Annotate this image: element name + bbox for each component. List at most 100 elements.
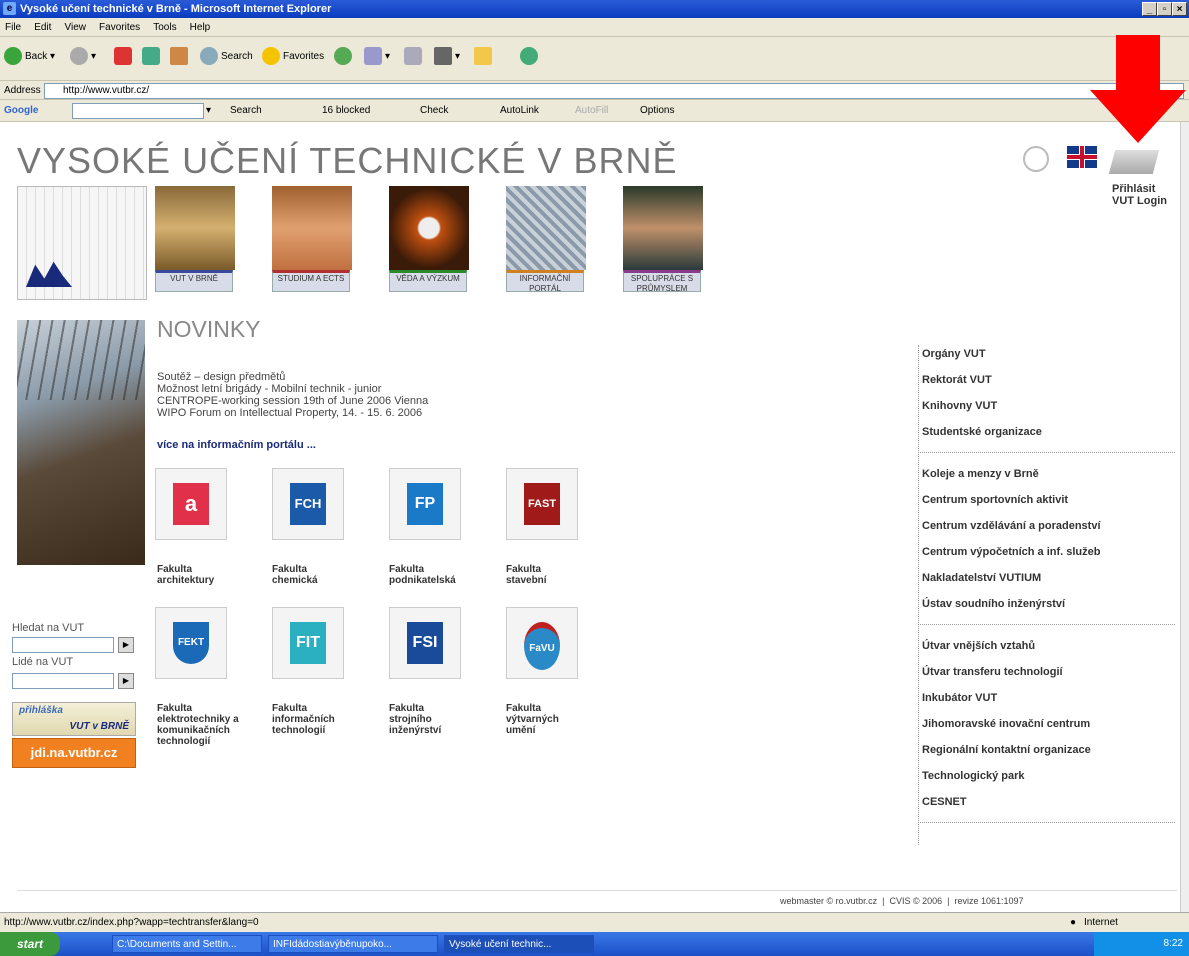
- link-cesnet[interactable]: CESNET: [922, 796, 967, 808]
- forward-button[interactable]: ▾: [70, 45, 96, 69]
- clock: 8:22: [1163, 938, 1183, 949]
- google-search-button[interactable]: Search: [230, 100, 262, 122]
- people-go-button[interactable]: ▶: [118, 673, 134, 689]
- link-sport[interactable]: Centrum sportovních aktivit: [922, 494, 1068, 506]
- footer-line: [17, 890, 1177, 891]
- nav-studium[interactable]: STUDIUM A ECTS: [272, 186, 352, 296]
- autolink-button[interactable]: AutoLink: [500, 100, 539, 122]
- google-search-input[interactable]: [72, 103, 204, 119]
- print-button[interactable]: [404, 45, 425, 69]
- refresh-button[interactable]: [142, 45, 163, 69]
- nav-veda[interactable]: VĚDA A VÝZKUM: [389, 186, 469, 296]
- news-item[interactable]: Soutěž – design předmětů: [157, 371, 428, 383]
- news-heading: NOVINKY: [157, 316, 261, 342]
- favu-icon: FaVU: [524, 622, 560, 670]
- faculty-fp-logo[interactable]: FP: [389, 468, 461, 540]
- dropdown-icon[interactable]: ▾: [206, 100, 211, 122]
- vut-logo[interactable]: [17, 186, 147, 300]
- back-button[interactable]: Back ▾: [4, 45, 55, 69]
- start-button[interactable]: start: [0, 932, 60, 956]
- faculty-favu-logo[interactable]: FaVU: [506, 607, 578, 679]
- nav-veda-label: VĚDA A VÝZKUM: [389, 270, 467, 292]
- link-regionalni-organizace[interactable]: Regionální kontaktní organizace: [922, 744, 1091, 756]
- link-technologicky-park[interactable]: Technologický park: [922, 770, 1025, 782]
- menu-file[interactable]: File: [5, 22, 21, 33]
- search-vut-go-button[interactable]: ▶: [118, 637, 134, 653]
- menu-tools[interactable]: Tools: [153, 22, 176, 33]
- news-item[interactable]: CENTROPE-working session 19th of June 20…: [157, 395, 428, 407]
- link-transfer-technologii[interactable]: Útvar transferu technologií: [922, 666, 1063, 678]
- autofill-button[interactable]: AutoFill: [575, 100, 608, 122]
- news-item[interactable]: WIPO Forum on Intellectual Property, 14.…: [157, 407, 428, 419]
- options-button[interactable]: Options: [640, 100, 674, 122]
- link-rektorat[interactable]: Rektorát VUT: [922, 374, 992, 386]
- faculty-fch-logo[interactable]: FCH: [272, 468, 344, 540]
- faculty-favu-name[interactable]: Fakulta výtvarných umění: [506, 703, 616, 736]
- fekt-icon: FEKT: [173, 622, 209, 664]
- faculty-fp-name[interactable]: Fakulta podnikatelská: [389, 564, 499, 586]
- vertical-scrollbar[interactable]: [1180, 122, 1189, 912]
- faculty-fit-logo[interactable]: FIT: [272, 607, 344, 679]
- braille-icon[interactable]: [1108, 150, 1160, 174]
- faculty-fch-name[interactable]: Fakulta chemická: [272, 564, 382, 586]
- link-koleje[interactable]: Koleje a menzy v Brně: [922, 468, 1039, 480]
- stop-button[interactable]: [114, 45, 135, 69]
- faculty-fast-logo[interactable]: FAST: [506, 468, 578, 540]
- search-icon: [200, 47, 218, 66]
- home-button[interactable]: [170, 45, 191, 69]
- faculty-fekt-logo[interactable]: FEKT: [155, 607, 227, 679]
- faculty-fsi-name[interactable]: Fakulta strojního inženýrství: [389, 703, 499, 736]
- faculty-fa-name[interactable]: Fakulta architektury: [157, 564, 267, 586]
- link-studentske-organizace[interactable]: Studentské organizace: [922, 426, 1042, 438]
- spell-check-button[interactable]: Check: [420, 100, 448, 122]
- people-input[interactable]: [12, 673, 114, 689]
- taskbar-item[interactable]: INFIdádostiavýběnupoko...: [268, 935, 438, 953]
- jdi-na-vutbr-banner[interactable]: jdi.na.vutbr.cz: [12, 738, 136, 768]
- menu-help[interactable]: Help: [190, 22, 211, 33]
- google-logo[interactable]: Google: [4, 100, 38, 122]
- faculty-fekt-name[interactable]: Fakulta elektrotechniky a komunikačních tec…: [157, 703, 267, 747]
- right-column-divider: [918, 345, 919, 845]
- faculty-fit-name[interactable]: Fakulta informačních technologií: [272, 703, 382, 736]
- nav-prumysl[interactable]: SPOLUPRÁCE S PRŮMYSLEM: [623, 186, 703, 296]
- link-inkubator[interactable]: Inkubátor VUT: [922, 692, 997, 704]
- close-button[interactable]: ×: [1172, 2, 1187, 16]
- popup-blocked-button[interactable]: 16 blocked: [322, 100, 370, 122]
- link-vnejsi-vztahy[interactable]: Útvar vnějších vztahů: [922, 640, 1035, 652]
- menu-view[interactable]: View: [64, 22, 86, 33]
- faculty-fast-name[interactable]: Fakulta stavební: [506, 564, 616, 586]
- link-soudni-inzenyrstvi[interactable]: Ústav soudního inženýrství: [922, 598, 1065, 610]
- maximize-button[interactable]: ▫: [1157, 2, 1172, 16]
- folder-button[interactable]: [474, 45, 495, 69]
- link-vutium[interactable]: Nakladatelství VUTIUM: [922, 572, 1041, 584]
- search-button[interactable]: Search: [200, 45, 253, 69]
- application-banner[interactable]: přihláška VUT v BRNĚ: [12, 702, 136, 736]
- accessibility-icon[interactable]: [1023, 146, 1049, 172]
- menu-edit[interactable]: Edit: [34, 22, 51, 33]
- messenger-button[interactable]: [520, 45, 541, 69]
- search-vut-input[interactable]: [12, 637, 114, 653]
- link-vypocetni-centrum[interactable]: Centrum výpočetních a inf. služeb: [922, 546, 1100, 558]
- nav-vut[interactable]: VUT V BRNĚ: [155, 186, 235, 296]
- edit-button[interactable]: ▾: [434, 45, 460, 69]
- news-item[interactable]: Možnost letní brigády - Mobilní technik …: [157, 383, 428, 395]
- link-vzdelavani[interactable]: Centrum vzdělávání a poradenství: [922, 520, 1101, 532]
- link-organy[interactable]: Orgány VUT: [922, 348, 986, 360]
- favorites-button[interactable]: Favorites: [262, 45, 324, 69]
- login-link[interactable]: Přihlásit VUT Login: [1112, 183, 1167, 207]
- link-knihovny[interactable]: Knihovny VUT: [922, 400, 997, 412]
- folder-icon: [474, 47, 492, 66]
- faculty-fsi-logo[interactable]: FSI: [389, 607, 461, 679]
- faculty-fa-logo[interactable]: a: [155, 468, 227, 540]
- mail-button[interactable]: ▾: [364, 45, 390, 69]
- taskbar-item[interactable]: C:\Documents and Settin...: [112, 935, 262, 953]
- english-flag-icon[interactable]: [1067, 146, 1097, 168]
- address-input[interactable]: http://www.vutbr.cz/: [44, 83, 1184, 99]
- taskbar-item-active[interactable]: Vysoké učení technic...: [444, 935, 594, 953]
- menu-favorites[interactable]: Favorites: [99, 22, 140, 33]
- link-jic[interactable]: Jihomoravské inovační centrum: [922, 718, 1090, 730]
- history-button[interactable]: [334, 45, 355, 69]
- nav-portal[interactable]: INFORMAČNÍ PORTÁL: [506, 186, 586, 296]
- minimize-button[interactable]: _: [1142, 2, 1157, 16]
- more-news-link[interactable]: více na informačním portálu ...: [157, 439, 316, 451]
